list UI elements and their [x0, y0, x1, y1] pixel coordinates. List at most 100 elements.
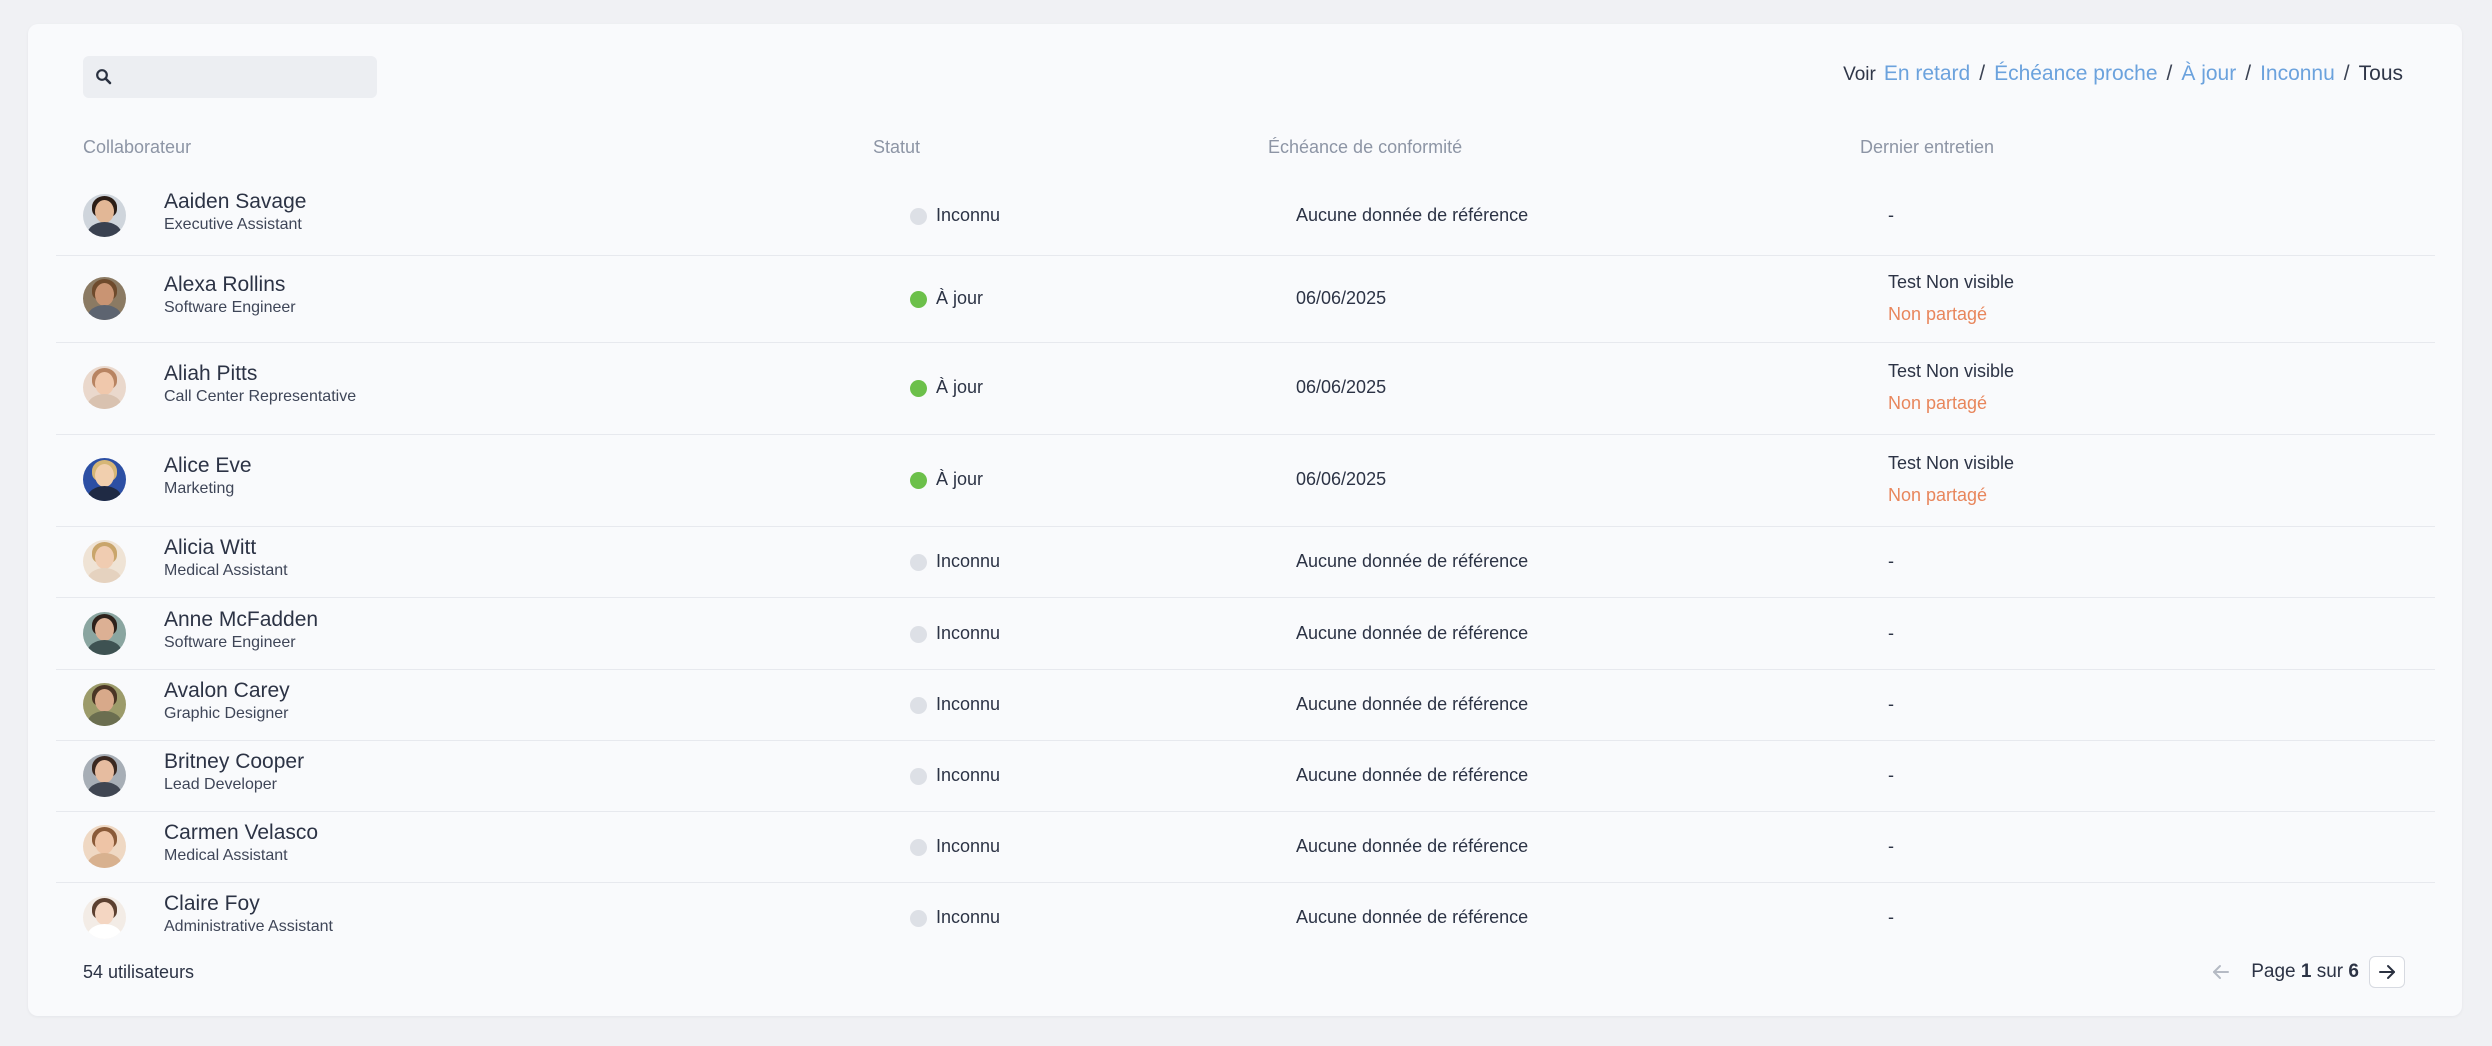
compliance-deadline: Aucune donnée de référence — [1296, 623, 1529, 643]
status-text: Inconnu — [936, 205, 1001, 225]
page-of-label: sur — [2316, 961, 2344, 982]
search-box[interactable] — [83, 56, 377, 100]
avatar — [83, 612, 126, 655]
compliance-deadline: Aucune donnée de référence — [1296, 694, 1529, 714]
arrow-right-icon — [2379, 965, 2395, 979]
filter-separator: / — [1979, 62, 1986, 85]
table-row[interactable]: Aaiden Savage Executive Assistant Inconnu A… — [56, 176, 2435, 256]
compliance-deadline: Aucune donnée de référence — [1296, 205, 1529, 225]
user-name[interactable]: Alicia Witt — [164, 536, 256, 560]
compliance-deadline: 06/06/2025 — [1296, 469, 1387, 489]
not-shared-label: Non partagé — [1888, 304, 1988, 324]
user-name[interactable]: Claire Foy — [164, 892, 260, 916]
user-name[interactable]: Anne McFadden — [164, 608, 318, 632]
status-text: Inconnu — [936, 694, 1001, 714]
status-text: À jour — [936, 377, 984, 397]
avatar — [83, 825, 126, 868]
user-name[interactable]: Alexa Rollins — [164, 273, 285, 297]
user-role: Call Center Representative — [164, 388, 357, 405]
table-row[interactable]: Alice Eve Marketing À jour 06/06/2025 Non pa… — [56, 434, 2435, 527]
last-interview: - — [1888, 694, 1894, 714]
last-interview[interactable]: Test Non visible — [1888, 272, 2014, 293]
filter-en-retard[interactable]: En retard — [1884, 62, 1970, 86]
column-header-dernier-entretien: Dernier entretien — [1860, 137, 1995, 157]
status-dot-icon — [910, 554, 927, 571]
status-text: Inconnu — [936, 907, 1001, 927]
next-page-button[interactable] — [2369, 956, 2405, 988]
status-dot-icon — [910, 380, 927, 397]
page-current: 1 — [2300, 961, 2312, 982]
user-name[interactable]: Avalon Carey — [164, 679, 290, 703]
filter-inconnu[interactable]: Inconnu — [2260, 62, 2335, 86]
column-header-collaborateur: Collaborateur — [83, 137, 192, 157]
table-row[interactable]: Britney Cooper Lead Developer Inconnu Aucun… — [56, 740, 2435, 812]
avatar — [83, 277, 126, 320]
page-label: Page — [2251, 961, 2296, 982]
user-role: Graphic Designer — [164, 705, 289, 722]
status-filter: Voir En retard / Échéance proche / À jou… — [1843, 62, 2403, 92]
avatar — [83, 540, 126, 583]
user-role: Marketing — [164, 480, 235, 497]
status-text: Inconnu — [936, 551, 1001, 571]
status-dot-icon — [910, 697, 927, 714]
user-name[interactable]: Alice Eve — [164, 454, 252, 478]
user-name[interactable]: Britney Cooper — [164, 750, 304, 774]
table-row[interactable]: Anne McFadden Software Engineer Inconnu Auc… — [56, 598, 2435, 670]
status-dot-icon — [910, 472, 927, 489]
avatar — [83, 366, 126, 409]
status-dot-icon — [910, 626, 927, 643]
arrow-left-icon — [2213, 965, 2230, 979]
table-row[interactable]: Avalon Carey Graphic Designer Inconnu Aucun… — [56, 669, 2435, 741]
avatar — [83, 754, 126, 797]
filter-echeance-proche[interactable]: Échéance proche — [1994, 62, 2157, 86]
compliance-deadline: 06/06/2025 — [1296, 377, 1387, 397]
last-interview: - — [1888, 551, 1894, 571]
filter-separator: / — [2343, 62, 2350, 85]
compliance-deadline: Aucune donnée de référence — [1296, 551, 1529, 571]
last-interview: - — [1888, 836, 1894, 856]
table-row[interactable]: Alicia Witt Medical Assistant Inconnu Aucun… — [56, 526, 2435, 598]
table-row[interactable]: Alexa Rollins Software Engineer À jour 06/0… — [56, 256, 2435, 343]
compliance-deadline: 06/06/2025 — [1296, 288, 1387, 308]
last-interview[interactable]: Test Non visible — [1888, 361, 2014, 382]
status-dot-icon — [910, 910, 927, 927]
user-role: Software Engineer — [164, 634, 296, 651]
avatar — [83, 896, 126, 939]
compliance-deadline: Aucune donnée de référence — [1296, 765, 1529, 785]
page-total: 6 — [2348, 961, 2359, 982]
user-name[interactable]: Aliah Pitts — [164, 362, 257, 386]
status-dot-icon — [910, 839, 927, 856]
page-indicator: Page 1 sur 6 — [2251, 961, 2359, 983]
user-role: Lead Developer — [164, 776, 277, 793]
search-input[interactable] — [121, 56, 375, 100]
last-interview[interactable]: Test Non visible — [1888, 453, 2014, 474]
status-text: À jour — [936, 469, 984, 489]
user-role: Medical Assistant — [164, 847, 288, 864]
not-shared-label: Non partagé — [1888, 393, 1988, 413]
avatar — [83, 194, 126, 237]
status-dot-icon — [910, 768, 927, 785]
column-header-statut: Statut — [873, 137, 921, 157]
filter-label: Voir — [1843, 64, 1876, 85]
column-header-echeance: Échéance de conformité — [1268, 137, 1463, 157]
status-text: Inconnu — [936, 836, 1001, 856]
user-role: Software Engineer — [164, 299, 296, 316]
user-name[interactable]: Aaiden Savage — [164, 190, 306, 214]
avatar — [83, 683, 126, 726]
previous-page-button[interactable] — [2203, 956, 2239, 988]
filter-separator: / — [2166, 62, 2173, 85]
filter-a-jour[interactable]: À jour — [2181, 62, 2236, 86]
last-interview: - — [1888, 907, 1894, 927]
pagination: Page 1 sur 6 — [2203, 955, 2405, 989]
user-role: Executive Assistant — [164, 216, 302, 233]
table-row[interactable]: Claire Foy Administrative Assistant Inconn… — [56, 882, 2435, 953]
user-name[interactable]: Carmen Velasco — [164, 821, 318, 845]
last-interview: - — [1888, 205, 1894, 225]
status-text: À jour — [936, 288, 984, 308]
filter-tous[interactable]: Tous — [2359, 62, 2403, 86]
not-shared-label: Non partagé — [1888, 485, 1988, 505]
table-row[interactable]: Aliah Pitts Call Center Representative À j… — [56, 342, 2435, 435]
status-text: Inconnu — [936, 623, 1001, 643]
table-row[interactable]: Carmen Velasco Medical Assistant Inconnu Au… — [56, 811, 2435, 883]
status-text: Inconnu — [936, 765, 1001, 785]
